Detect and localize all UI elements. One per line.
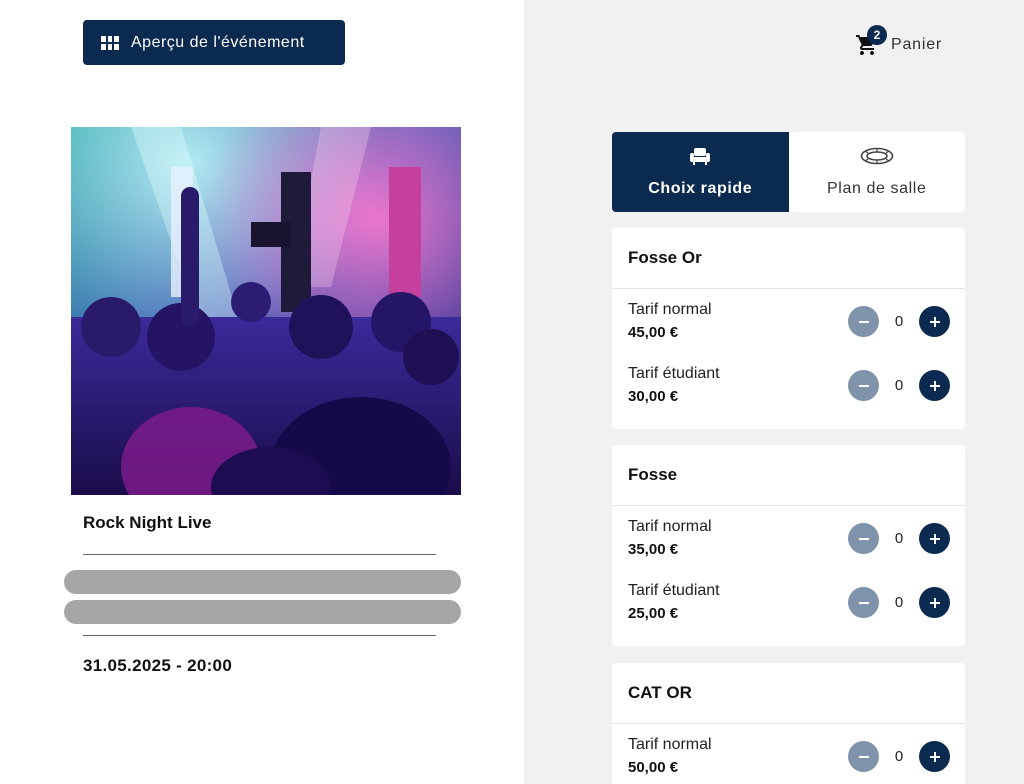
selection-mode-tabs: Choix rapide Plan de salle bbox=[612, 132, 965, 212]
tab-quick-choice-label: Choix rapide bbox=[648, 179, 753, 197]
rate-row: Tarif normal 35,00 € 0 bbox=[612, 506, 965, 570]
rate-price: 50,00 € bbox=[628, 759, 679, 776]
category-card-fosse-or: Fosse Or Tarif normal 45,00 € 0 Tarif ét… bbox=[612, 228, 965, 429]
redacted-text bbox=[64, 600, 461, 624]
quantity-value: 0 bbox=[894, 748, 904, 765]
decrease-button[interactable] bbox=[848, 523, 879, 554]
divider bbox=[83, 635, 436, 636]
category-card-fosse: Fosse Tarif normal 35,00 € 0 Tarif étudi… bbox=[612, 445, 965, 646]
quantity-value: 0 bbox=[894, 530, 904, 547]
cart-button[interactable]: 2 Panier bbox=[855, 24, 943, 55]
rate-name: Tarif normal bbox=[628, 301, 712, 318]
decrease-button[interactable] bbox=[848, 741, 879, 772]
rate-name: Tarif étudiant bbox=[628, 365, 720, 382]
increase-button[interactable] bbox=[919, 306, 950, 337]
rate-row: Tarif étudiant 30,00 € 0 bbox=[612, 353, 965, 417]
category-name: CAT OR bbox=[612, 663, 965, 724]
stadium-icon bbox=[860, 147, 894, 170]
minus-icon bbox=[858, 755, 869, 758]
cart-label: Panier bbox=[891, 36, 943, 53]
rate-price: 30,00 € bbox=[628, 388, 679, 405]
divider bbox=[83, 554, 436, 555]
rate-name: Tarif étudiant bbox=[628, 582, 720, 599]
quantity-value: 0 bbox=[894, 313, 904, 330]
rate-price: 45,00 € bbox=[628, 324, 679, 341]
increase-button[interactable] bbox=[919, 370, 950, 401]
increase-button[interactable] bbox=[919, 741, 950, 772]
category-name: Fosse bbox=[612, 445, 965, 506]
cart-count-badge: 2 bbox=[867, 25, 887, 45]
quantity-stepper: 0 bbox=[848, 523, 950, 554]
rate-row: Tarif normal 50,00 € 0 bbox=[612, 724, 965, 784]
decrease-button[interactable] bbox=[848, 587, 879, 618]
quantity-stepper: 0 bbox=[848, 370, 950, 401]
tab-quick-choice[interactable]: Choix rapide bbox=[612, 132, 789, 212]
rate-price: 35,00 € bbox=[628, 541, 679, 558]
cart-icon: 2 bbox=[855, 25, 887, 55]
minus-icon bbox=[858, 320, 869, 323]
minus-icon bbox=[858, 384, 869, 387]
quantity-value: 0 bbox=[894, 594, 904, 611]
quantity-stepper: 0 bbox=[848, 741, 950, 772]
decrease-button[interactable] bbox=[848, 306, 879, 337]
rate-row: Tarif normal 45,00 € 0 bbox=[612, 289, 965, 353]
minus-icon bbox=[858, 601, 869, 604]
increase-button[interactable] bbox=[919, 587, 950, 618]
tab-seating-plan-label: Plan de salle bbox=[827, 179, 927, 197]
plus-icon bbox=[929, 533, 940, 544]
plus-icon bbox=[929, 597, 940, 608]
armchair-icon bbox=[689, 147, 711, 170]
plus-icon bbox=[929, 751, 940, 762]
grid-icon bbox=[101, 35, 119, 50]
redacted-text bbox=[64, 570, 461, 594]
category-name: Fosse Or bbox=[612, 228, 965, 289]
tab-seating-plan[interactable]: Plan de salle bbox=[788, 132, 965, 212]
rate-name: Tarif normal bbox=[628, 736, 712, 753]
event-overview-button[interactable]: Aperçu de l'événement bbox=[83, 20, 345, 65]
increase-button[interactable] bbox=[919, 523, 950, 554]
plus-icon bbox=[929, 316, 940, 327]
plus-icon bbox=[929, 380, 940, 391]
event-overview-button-label: Aperçu de l'événement bbox=[131, 33, 305, 51]
rate-row: Tarif étudiant 25,00 € 0 bbox=[612, 570, 965, 634]
rate-price: 25,00 € bbox=[628, 605, 679, 622]
quantity-stepper: 0 bbox=[848, 587, 950, 618]
decrease-button[interactable] bbox=[848, 370, 879, 401]
quantity-stepper: 0 bbox=[848, 306, 950, 337]
category-card-cat-or: CAT OR Tarif normal 50,00 € 0 bbox=[612, 663, 965, 784]
event-title: Rock Night Live bbox=[83, 513, 212, 532]
event-image bbox=[71, 127, 461, 495]
quantity-value: 0 bbox=[894, 377, 904, 394]
event-date: 31.05.2025 - 20:00 bbox=[83, 656, 233, 675]
minus-icon bbox=[858, 537, 869, 540]
rate-name: Tarif normal bbox=[628, 518, 712, 535]
event-info-panel: Aperçu de l'événement Rock Night Live 31… bbox=[0, 0, 524, 784]
